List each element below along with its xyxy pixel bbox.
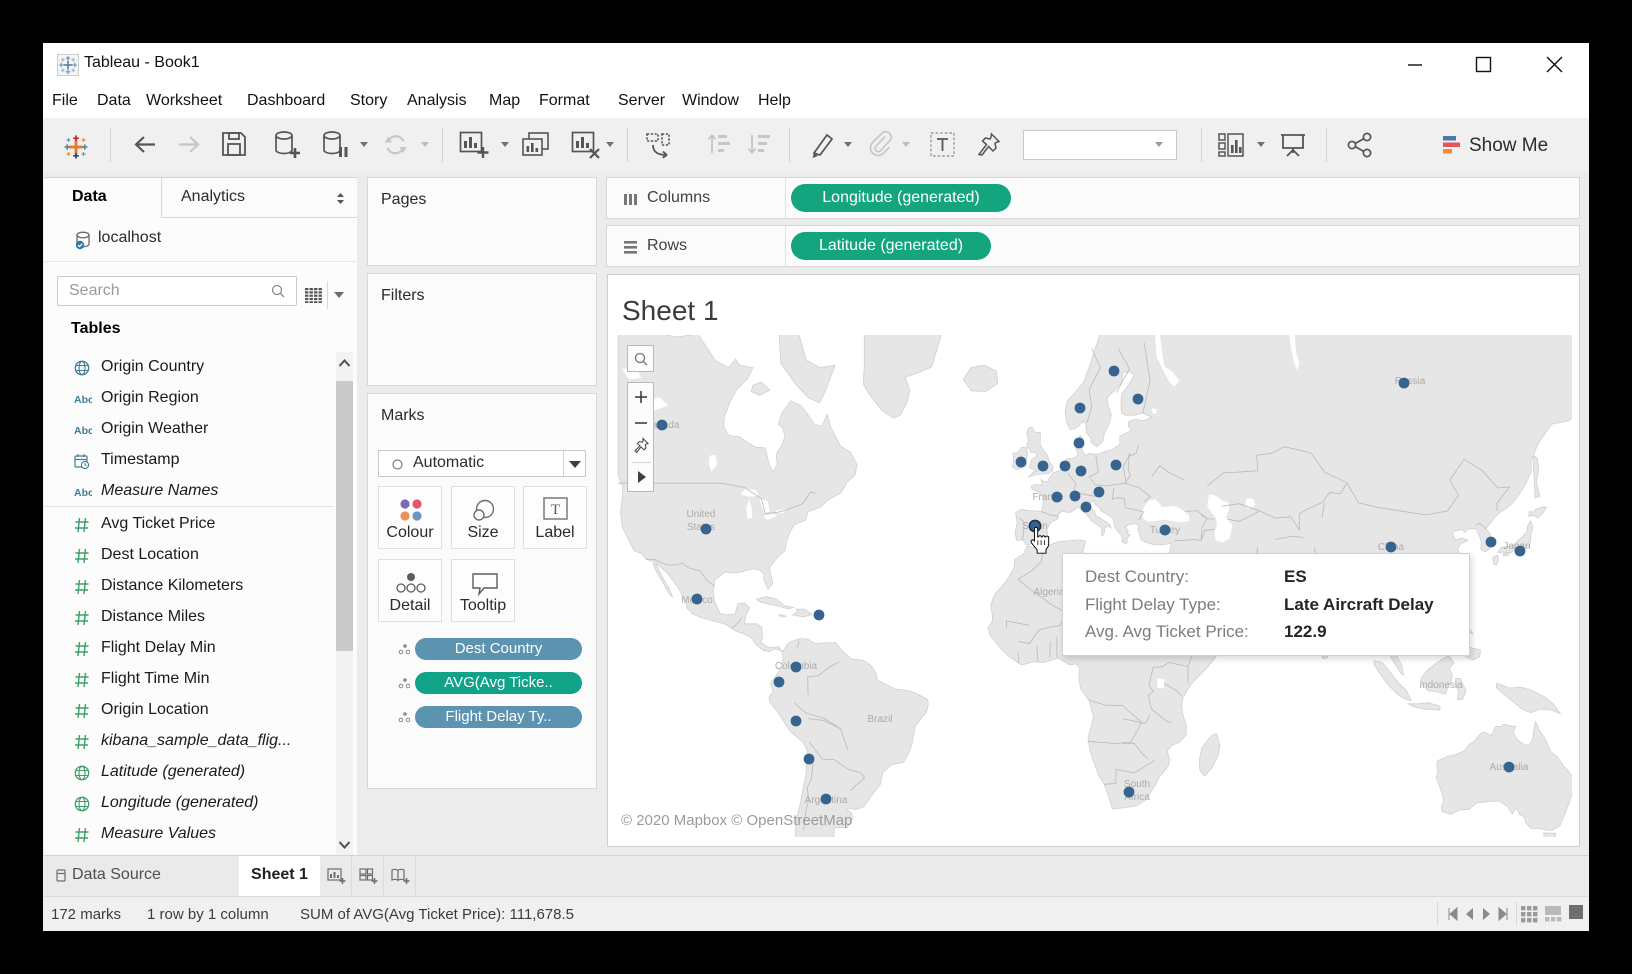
svg-text:Abc: Abc [74,425,92,437]
svg-text:Indonesia: Indonesia [1419,680,1463,691]
svg-text:United: United [687,509,716,520]
svg-text:T: T [551,502,560,518]
svg-text:Abc: Abc [74,394,92,406]
svg-text:Brazil: Brazil [867,714,892,725]
svg-text:Algeria: Algeria [1033,587,1065,598]
svg-text:Abc: Abc [74,487,92,499]
